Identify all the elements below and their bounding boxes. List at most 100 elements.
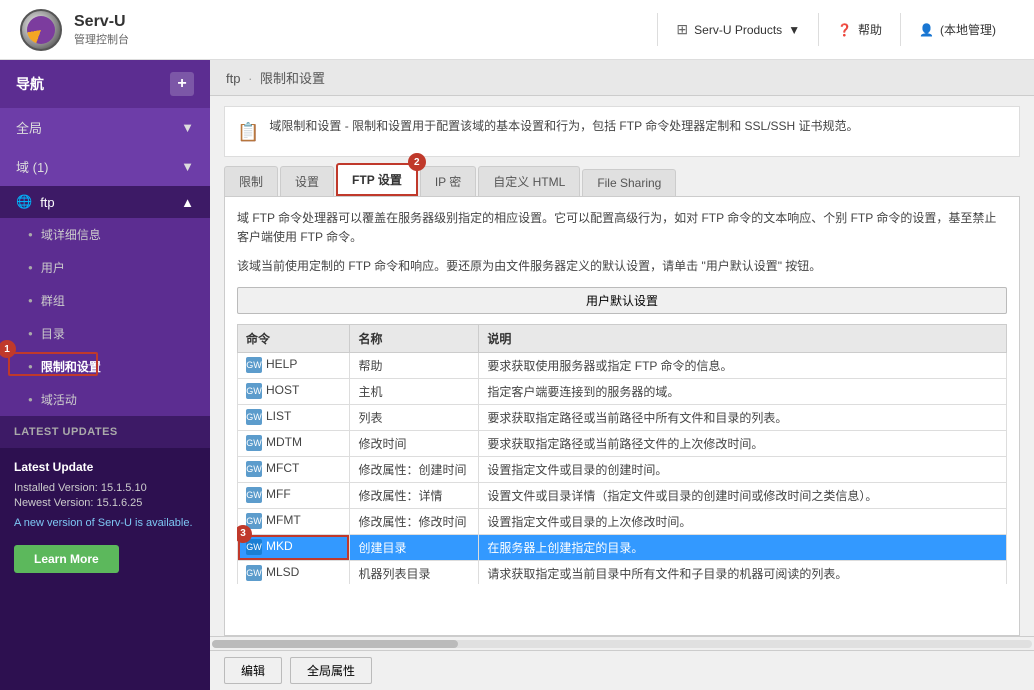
logo-inner bbox=[27, 16, 55, 44]
cmd-icon: GW bbox=[246, 565, 262, 581]
edit-button[interactable]: 编辑 bbox=[224, 657, 282, 684]
info-box: 📋 域限制和设置 - 限制和设置用于配置该域的基本设置和行为，包括 FTP 命令… bbox=[224, 106, 1020, 157]
item-label: 限制和设置 bbox=[41, 358, 101, 375]
chevron-down-icon: ▼ bbox=[181, 159, 194, 174]
breadcrumb: ftp · 限制和设置 bbox=[210, 60, 1034, 96]
annotation-2: 2 bbox=[408, 153, 426, 171]
products-label: Serv-U Products bbox=[694, 23, 782, 37]
sidebar-item-users[interactable]: ● 用户 bbox=[0, 251, 210, 284]
cmd-icon: GW bbox=[246, 383, 262, 399]
name-cell: 主机 bbox=[350, 378, 479, 404]
name-cell: 列表 bbox=[350, 404, 479, 430]
sidebar-section-global[interactable]: 全局 ▼ bbox=[0, 108, 210, 147]
table-row[interactable]: GWHELP帮助要求获取使用服务器或指定 FTP 命令的信息。 bbox=[238, 352, 1007, 378]
sidebar-item-domain-detail[interactable]: ● 域详细信息 bbox=[0, 218, 210, 251]
tab-ftp-settings[interactable]: FTP 设置 2 bbox=[336, 163, 418, 196]
desc-cell: 要求获取指定路径或当前路径文件的上次修改时间。 bbox=[479, 430, 1007, 456]
tab-limits[interactable]: 限制 bbox=[224, 166, 278, 196]
info-icon: 📋 bbox=[237, 119, 259, 146]
table-row[interactable]: GWMDTM修改时间要求获取指定路径或当前路径文件的上次修改时间。 bbox=[238, 430, 1007, 456]
table-row[interactable]: GWMFMT修改属性：修改时间设置指定文件或目录的上次修改时间。 bbox=[238, 508, 1007, 534]
update-message[interactable]: A new version of Serv-U is available. bbox=[14, 517, 196, 529]
ftp-section-header[interactable]: 🌐 ftp ▲ bbox=[0, 186, 210, 218]
sidebar-item-activity[interactable]: ● 域活动 bbox=[0, 383, 210, 416]
latest-update-box: Latest Update Installed Version: 15.1.5.… bbox=[0, 448, 210, 690]
dropdown-icon: ▼ bbox=[788, 23, 800, 37]
cmd-cell: GWHOST bbox=[238, 378, 350, 404]
cmd-cell: GWMFCT bbox=[238, 456, 350, 482]
table-row[interactable]: GWLIST列表要求获取指定路径或当前路径中所有文件和目录的列表。 bbox=[238, 404, 1007, 430]
cmd-icon: GW bbox=[246, 357, 262, 373]
sidebar-section-domain[interactable]: 域 (1) ▼ bbox=[0, 147, 210, 186]
desc-cell: 设置指定文件或目录的上次修改时间。 bbox=[479, 508, 1007, 534]
col-name: 名称 bbox=[350, 324, 479, 352]
add-button[interactable]: + bbox=[170, 72, 194, 96]
global-props-button[interactable]: 全局属性 bbox=[290, 657, 372, 684]
tab-settings[interactable]: 设置 bbox=[280, 166, 334, 196]
desc-cell: 设置指定文件或目录的创建时间。 bbox=[479, 456, 1007, 482]
brand-text: Serv-U 管理控制台 bbox=[74, 13, 129, 47]
user-button[interactable]: 👤 (本地管理) bbox=[900, 13, 1014, 46]
table-row[interactable]: GWMFCT修改属性：创建时间设置指定文件或目录的创建时间。 bbox=[238, 456, 1007, 482]
help-button[interactable]: ❓ 帮助 bbox=[818, 13, 900, 46]
cmd-icon: GW bbox=[246, 435, 262, 451]
sidebar-item-groups[interactable]: ● 群组 bbox=[0, 284, 210, 317]
annotation-1: 1 bbox=[0, 340, 16, 358]
desc-cell: 要求获取使用服务器或指定 FTP 命令的信息。 bbox=[479, 352, 1007, 378]
desc-cell: 设置文件或目录详情（指定文件或目录的创建时间或修改时间之类信息）。 bbox=[479, 482, 1007, 508]
col-desc: 说明 bbox=[479, 324, 1007, 352]
item-label: 目录 bbox=[41, 325, 65, 342]
desc-cell: 要求获取指定路径或当前路径中所有文件和目录的列表。 bbox=[479, 404, 1007, 430]
cmd-cell: GWMFF bbox=[238, 482, 350, 508]
command-table-scroll[interactable]: 命令 名称 说明 GWHELP帮助要求获取使用服务器或指定 FTP 命令的信息。… bbox=[237, 324, 1007, 584]
cmd-icon: GW bbox=[246, 539, 262, 555]
ftp-desc-1: 域 FTP 命令处理器可以覆盖在服务器级别指定的相应设置。它可以配置高级行为，如… bbox=[237, 209, 1007, 247]
installed-version: Installed Version: 15.1.5.10 bbox=[14, 482, 196, 494]
horizontal-scrollbar[interactable] bbox=[210, 636, 1034, 650]
sidebar-item-limits[interactable]: ● 限制和设置 1 bbox=[0, 350, 210, 383]
name-cell: 修改属性：详情 bbox=[350, 482, 479, 508]
item-label: 域详细信息 bbox=[41, 226, 101, 243]
sidebar-item-directories[interactable]: ● 目录 bbox=[0, 317, 210, 350]
item-label: 群组 bbox=[41, 292, 65, 309]
cmd-cell: GWLIST bbox=[238, 404, 350, 430]
user-icon: 👤 bbox=[919, 23, 934, 37]
ftp-desc-2: 该域当前使用定制的 FTP 命令和响应。要还原为由文件服务器定义的默认设置，请单… bbox=[237, 257, 1007, 276]
domain-label: 域 (1) bbox=[16, 157, 49, 176]
app-subtitle: 管理控制台 bbox=[74, 31, 129, 47]
breadcrumb-ftp: ftp bbox=[226, 71, 240, 86]
default-settings-button[interactable]: 用户默认设置 bbox=[237, 287, 1007, 314]
table-row[interactable]: GWMKD3创建目录在服务器上创建指定的目录。 bbox=[238, 534, 1007, 560]
top-header: Serv-U 管理控制台 ⊞ Serv-U Products ▼ ❓ 帮助 👤 … bbox=[0, 0, 1034, 60]
name-cell: 修改属性：创建时间 bbox=[350, 456, 479, 482]
table-row[interactable]: GWMLSD机器列表目录请求获取指定或当前目录中所有文件和子目录的机器可阅读的列… bbox=[238, 560, 1007, 584]
cmd-icon: GW bbox=[246, 487, 262, 503]
tab-ftp-label: FTP 设置 bbox=[352, 173, 402, 187]
cmd-icon: GW bbox=[246, 409, 262, 425]
tab-file-sharing[interactable]: File Sharing bbox=[582, 169, 676, 196]
learn-more-button[interactable]: Learn More bbox=[14, 545, 119, 573]
table-row[interactable]: GWMFF修改属性：详情设置文件或目录详情（指定文件或目录的创建时间或修改时间之… bbox=[238, 482, 1007, 508]
bullet-icon: ● bbox=[28, 395, 33, 404]
grid-icon: ⊞ bbox=[676, 21, 688, 38]
table-row[interactable]: GWHOST主机指定客户端要连接到的服务器的域。 bbox=[238, 378, 1007, 404]
ftp-label: ftp bbox=[40, 195, 54, 210]
global-label: 全局 bbox=[16, 118, 42, 137]
annotation-3: 3 bbox=[237, 525, 252, 543]
brand-area: Serv-U 管理控制台 bbox=[20, 9, 129, 51]
tab-ip[interactable]: IP 密 bbox=[420, 166, 476, 196]
item-label: 域活动 bbox=[41, 391, 77, 408]
desc-cell: 请求获取指定或当前目录中所有文件和子目录的机器可阅读的列表。 bbox=[479, 560, 1007, 584]
cmd-cell: GWMKD3 bbox=[238, 534, 350, 560]
scrollbar-thumb[interactable] bbox=[212, 640, 458, 648]
name-cell: 机器列表目录 bbox=[350, 560, 479, 584]
tabs-bar: 限制 设置 FTP 设置 2 IP 密 自定义 HTML File Sharin… bbox=[210, 163, 1034, 196]
bullet-icon: ● bbox=[28, 362, 33, 371]
tab-custom-html[interactable]: 自定义 HTML bbox=[478, 166, 580, 196]
question-icon: ❓ bbox=[837, 23, 852, 37]
ftp-collapse-icon: ▲ bbox=[181, 195, 194, 210]
cmd-cell: GWMDTM bbox=[238, 430, 350, 456]
products-button[interactable]: ⊞ Serv-U Products ▼ bbox=[657, 13, 818, 46]
name-cell: 帮助 bbox=[350, 352, 479, 378]
cmd-cell: GWMLSD bbox=[238, 560, 350, 584]
